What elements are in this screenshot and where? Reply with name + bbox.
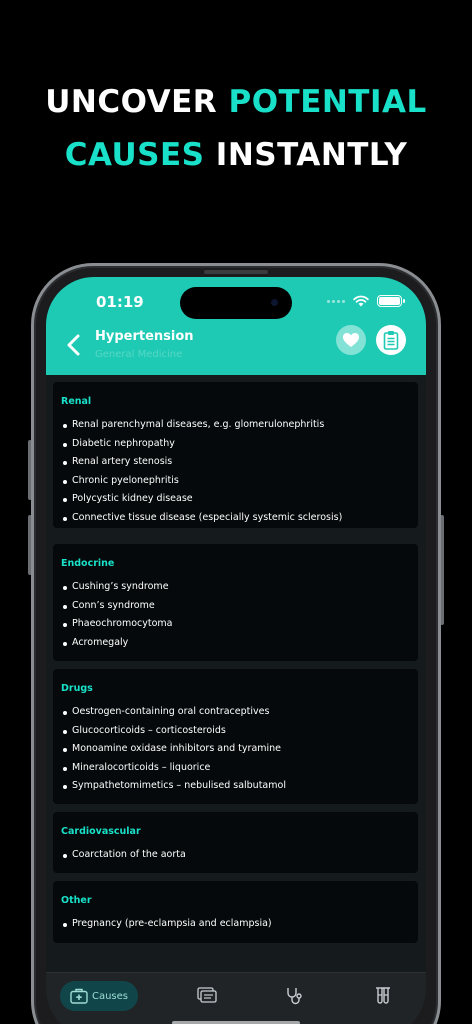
chevron-left-icon[interactable] bbox=[64, 333, 84, 357]
tab-causes-label: Causes bbox=[91, 990, 129, 1002]
list-item: Glucocorticoids – corticosteroids bbox=[53, 722, 418, 741]
section-title: Renal bbox=[61, 396, 92, 407]
dynamic-island bbox=[180, 287, 292, 319]
list-item: Mineralocorticoids – liquorice bbox=[53, 759, 418, 778]
list-item: Cushing’s syndrome bbox=[53, 578, 418, 597]
section-title: Endocrine bbox=[61, 558, 115, 569]
list-item: Renal artery stenosis bbox=[53, 453, 418, 472]
promo-text: INSTANTLY bbox=[204, 137, 408, 173]
page-title: Hypertension bbox=[95, 329, 194, 344]
section-title: Drugs bbox=[61, 683, 93, 694]
list-item: Connective tissue disease (especially sy… bbox=[53, 509, 418, 528]
list-item: Phaeochromocytoma bbox=[53, 615, 418, 634]
promo-headline-line2: CAUSES INSTANTLY bbox=[0, 137, 472, 173]
section-card-endocrine: Endocrine Cushing’s syndrome Conn’s synd… bbox=[53, 544, 418, 661]
promo-text: UNCOVER bbox=[45, 84, 229, 120]
cause-list: Coarctation of the aorta bbox=[53, 846, 418, 865]
list-item: Renal parenchymal diseases, e.g. glomeru… bbox=[53, 416, 418, 435]
tab-examination[interactable] bbox=[280, 981, 310, 1011]
heart-icon bbox=[343, 333, 359, 347]
signal-icon bbox=[327, 299, 345, 303]
section-card-renal: Renal Renal parenchymal diseases, e.g. g… bbox=[53, 382, 418, 528]
phone-screen: 01:19 Hypertension General Medicine Rena… bbox=[46, 277, 426, 1024]
app-header: 01:19 Hypertension General Medicine bbox=[46, 277, 426, 375]
phone-speaker bbox=[204, 270, 268, 274]
list-item: Pregnancy (pre-eclampsia and eclampsia) bbox=[53, 915, 418, 934]
cause-list: Pregnancy (pre-eclampsia and eclampsia) bbox=[53, 915, 418, 934]
promo-accent-text: POTENTIAL bbox=[228, 84, 427, 120]
clipboard-icon bbox=[383, 331, 399, 350]
notes-button[interactable] bbox=[376, 325, 406, 355]
list-item: Acromegaly bbox=[53, 634, 418, 653]
list-item: Chronic pyelonephritis bbox=[53, 472, 418, 491]
list-item: Monoamine oxidase inhibitors and tyramin… bbox=[53, 740, 418, 759]
cause-list: Oestrogen-containing oral contraceptives… bbox=[53, 703, 418, 796]
favorite-button[interactable] bbox=[336, 325, 366, 355]
tab-cards[interactable] bbox=[192, 981, 222, 1011]
tab-investigations[interactable] bbox=[368, 981, 398, 1011]
camera-dot bbox=[271, 299, 278, 306]
list-item: Diabetic nephropathy bbox=[53, 435, 418, 454]
promo-headline-line1: UNCOVER POTENTIAL bbox=[0, 84, 472, 120]
status-time: 01:19 bbox=[96, 293, 144, 311]
promo-accent-text: CAUSES bbox=[64, 137, 205, 173]
list-item: Sympathetomimetics – nebulised salbutamo… bbox=[53, 777, 418, 796]
list-item: Conn’s syndrome bbox=[53, 597, 418, 616]
test-tubes-icon bbox=[376, 987, 390, 1004]
list-item: Polycystic kidney disease bbox=[53, 490, 418, 509]
section-card-cardiovascular: Cardiovascular Coarctation of the aorta bbox=[53, 812, 418, 873]
list-item: Oestrogen-containing oral contraceptives bbox=[53, 703, 418, 722]
section-title: Other bbox=[61, 895, 92, 906]
cause-list: Renal parenchymal diseases, e.g. glomeru… bbox=[53, 416, 418, 527]
stethoscope-icon bbox=[287, 988, 302, 1005]
causes-list: Renal Renal parenchymal diseases, e.g. g… bbox=[46, 375, 426, 972]
battery-icon bbox=[377, 295, 405, 307]
wifi-icon bbox=[353, 295, 369, 307]
first-aid-kit-icon bbox=[70, 988, 88, 1004]
section-title: Cardiovascular bbox=[61, 826, 141, 837]
section-card-drugs: Drugs Oestrogen-containing oral contrace… bbox=[53, 669, 418, 804]
bottom-tab-bar: Causes bbox=[46, 972, 426, 1024]
tab-causes[interactable]: Causes bbox=[60, 981, 138, 1011]
status-icons bbox=[327, 295, 405, 307]
page-subtitle: General Medicine bbox=[95, 349, 183, 360]
list-item: Coarctation of the aorta bbox=[53, 846, 418, 865]
section-card-other: Other Pregnancy (pre-eclampsia and eclam… bbox=[53, 881, 418, 943]
chat-cards-icon bbox=[197, 987, 217, 1003]
cause-list: Cushing’s syndrome Conn’s syndrome Phaeo… bbox=[53, 578, 418, 652]
